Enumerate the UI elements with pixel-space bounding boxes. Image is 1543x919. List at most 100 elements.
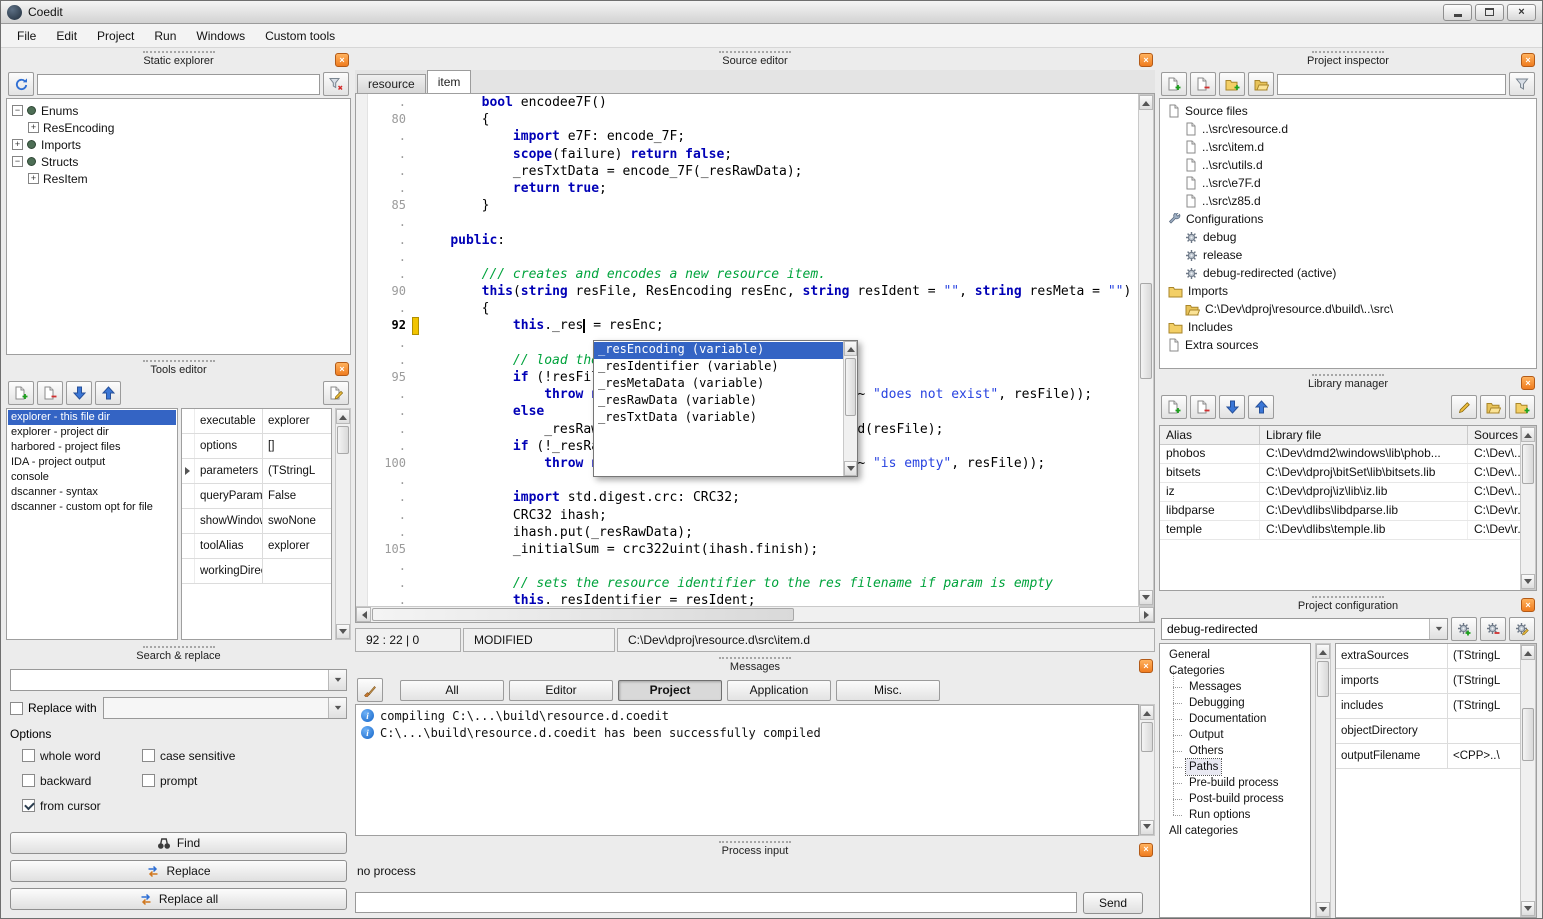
replace-with-checkbox[interactable] (10, 702, 23, 715)
category-documentation[interactable]: Documentation (1160, 711, 1310, 727)
tree-node[interactable]: ..\src\resource.d (1162, 120, 1534, 138)
add-configuration-button[interactable] (1451, 617, 1477, 641)
replace-button[interactable]: Replace (10, 860, 347, 882)
library-table-columns[interactable]: AliasLibrary fileSources ...phobosC:\Dev… (1160, 426, 1520, 590)
table-row[interactable]: libdparseC:\Dev\dlibs\libdparse.libC:\De… (1160, 502, 1520, 521)
option-prompt[interactable]: prompt (142, 768, 262, 793)
menu-item-edit[interactable]: Edit (46, 26, 87, 46)
tree-node[interactable]: −Structs (9, 153, 348, 170)
configuration-category-tree[interactable]: GeneralCategoriesMessagesDebuggingDocume… (1159, 643, 1311, 918)
remove-source-button[interactable] (1190, 72, 1216, 96)
expander-icon[interactable] (185, 467, 194, 475)
configuration-properties-grid[interactable]: extraSources(TStringLimports(TStringLinc… (1336, 644, 1520, 917)
scroll-down-button[interactable] (1316, 902, 1330, 917)
table-row[interactable]: izC:\Dev\dproj\iz\lib\iz.libC:\Dev\... (1160, 483, 1520, 502)
panel-drag-grip[interactable] (1312, 596, 1384, 598)
close-panel-button[interactable]: × (1521, 376, 1535, 390)
close-panel-button[interactable]: × (1139, 659, 1153, 673)
scrollbar-track[interactable] (1140, 720, 1154, 819)
vertical-scrollbar[interactable] (335, 408, 351, 640)
scrollbar-track[interactable] (336, 424, 350, 624)
scroll-up-button[interactable] (1316, 644, 1330, 659)
move-tool-down-button[interactable] (66, 381, 92, 405)
completion-list[interactable]: _resEncoding (variable)_resIdentifier (v… (594, 341, 843, 476)
filter-button[interactable] (1509, 72, 1535, 96)
tree-node[interactable]: ..\src\z85.d (1162, 192, 1534, 210)
edit-library-button[interactable] (1451, 395, 1477, 419)
move-library-up-button[interactable] (1248, 395, 1274, 419)
expand-icon[interactable]: + (12, 139, 23, 150)
category-run-options[interactable]: Run options (1160, 807, 1310, 823)
scroll-left-button[interactable] (356, 607, 371, 622)
close-button[interactable]: × (1507, 4, 1536, 21)
tree-node[interactable]: ..\src\e7F.d (1162, 174, 1534, 192)
filter-project[interactable]: Project (618, 680, 722, 701)
panel-drag-grip[interactable] (719, 841, 791, 843)
scroll-down-button[interactable] (1140, 820, 1154, 835)
scrollbar-track[interactable] (371, 607, 1139, 622)
tools-list[interactable]: explorer - this file direxplorer - proje… (6, 408, 178, 640)
tree-node[interactable]: +Imports (9, 136, 348, 153)
category-output[interactable]: Output (1160, 727, 1310, 743)
tree-node[interactable]: −Enums (9, 102, 348, 119)
tool-properties-grid[interactable]: executableexploreroptions[]parameters(TS… (181, 408, 332, 640)
menu-item-run[interactable]: Run (144, 26, 186, 46)
table-row[interactable]: bitsetsC:\Dev\dproj\bitSet\lib\bitsets.l… (1160, 464, 1520, 483)
scroll-right-button[interactable] (1139, 607, 1154, 622)
scroll-up-button[interactable] (336, 409, 350, 424)
close-panel-button[interactable]: × (1521, 53, 1535, 67)
option-whole-word[interactable]: whole word (22, 743, 142, 768)
scroll-down-button[interactable] (1139, 590, 1153, 605)
property-value[interactable]: (TStringL (263, 459, 331, 483)
menu-item-project[interactable]: Project (87, 26, 144, 46)
panel-drag-grip[interactable] (143, 360, 215, 362)
menu-item-windows[interactable]: Windows (186, 26, 255, 46)
panel-drag-grip[interactable] (143, 51, 215, 53)
filter-misc[interactable]: Misc. (836, 680, 940, 701)
scrollbar-thumb[interactable] (1522, 708, 1534, 761)
vertical-scrollbar[interactable] (1315, 643, 1331, 918)
symbol-filter-input[interactable] (37, 74, 320, 95)
panel-drag-grip[interactable] (1312, 51, 1384, 53)
scroll-up-button[interactable] (1140, 705, 1154, 720)
scroll-up-button[interactable] (1139, 95, 1153, 110)
configuration-combo[interactable]: debug-redirected (1161, 618, 1448, 640)
tree-node[interactable]: ..\src\utils.d (1162, 156, 1534, 174)
category-categories[interactable]: Categories (1160, 663, 1310, 679)
vertical-scrollbar[interactable] (1138, 94, 1154, 606)
scrollbar-thumb[interactable] (1522, 444, 1534, 484)
column-header[interactable]: Library file (1260, 426, 1468, 444)
property-value[interactable]: explorer (263, 409, 331, 433)
tree-node[interactable]: C:\Dev\dproj\resource.d\build\..\src\ (1162, 300, 1534, 318)
send-button[interactable]: Send (1083, 892, 1143, 914)
category-pre-build-process[interactable]: Pre-build process (1160, 775, 1310, 791)
editor-horizontal-scrollbar[interactable] (356, 606, 1154, 622)
list-item[interactable]: console (8, 470, 176, 485)
completion-item[interactable]: _resMetaData (variable) (594, 376, 843, 393)
add-library-folder-button[interactable] (1509, 395, 1535, 419)
remove-configuration-button[interactable] (1480, 617, 1506, 641)
add-tool-button[interactable] (8, 381, 34, 405)
scrollbar-track[interactable] (844, 356, 857, 461)
tree-node[interactable]: Source files (1162, 102, 1534, 120)
open-folder-button[interactable] (1248, 72, 1274, 96)
scrollbar-thumb[interactable] (845, 358, 856, 416)
tab-item[interactable]: item (427, 70, 472, 93)
tree-node[interactable]: Configurations (1162, 210, 1534, 228)
expand-icon[interactable]: + (28, 122, 39, 133)
checkbox[interactable] (142, 749, 155, 762)
property-value[interactable]: (TStringL (1448, 669, 1520, 693)
category-post-build-process[interactable]: Post-build process (1160, 791, 1310, 807)
scroll-down-button[interactable] (844, 461, 857, 476)
property-value[interactable]: <CPP>..\ (1448, 744, 1520, 768)
refresh-button[interactable] (8, 72, 34, 96)
category-debugging[interactable]: Debugging (1160, 695, 1310, 711)
collapse-icon[interactable]: − (12, 105, 23, 116)
menu-item-custom-tools[interactable]: Custom tools (255, 26, 345, 46)
list-item[interactable]: dscanner - custom opt for file (8, 500, 176, 515)
clone-configuration-button[interactable] (1509, 617, 1535, 641)
filter-editor[interactable]: Editor (509, 680, 613, 701)
vertical-scrollbar[interactable] (1520, 644, 1536, 917)
scrollbar-thumb[interactable] (1141, 722, 1153, 752)
chevron-down-icon[interactable] (328, 670, 346, 690)
